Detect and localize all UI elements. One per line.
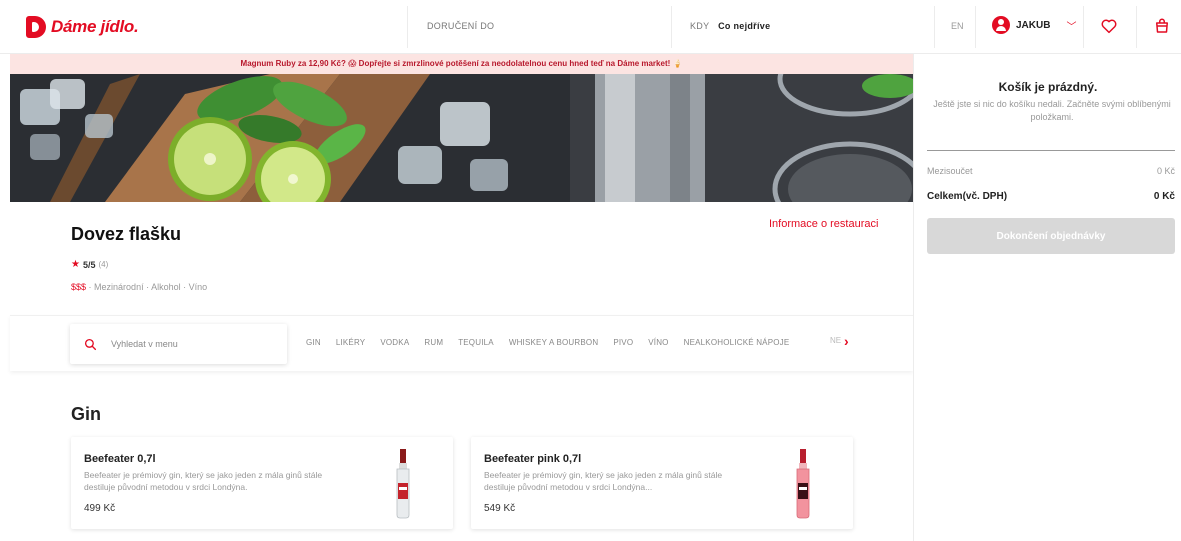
cart-sidebar: Košík je prázdný. Ještě jste si nic do k… (913, 54, 1181, 541)
restaurant-tags: $$$ · Mezinárodní · Alkohol · Víno (71, 282, 207, 292)
delivery-time-value: Co nejdříve (718, 21, 771, 31)
cart-empty-message: Ještě jste si nic do košíku nedali. Začn… (933, 99, 1171, 122)
restaurant-rating: ★ 5/5 (4) (71, 259, 108, 270)
category-tab[interactable]: LIKÉRY (336, 338, 366, 347)
cart-total: Celkem(vč. DPH) 0 Kč (927, 191, 1175, 202)
category-tab[interactable]: RUM (424, 338, 443, 347)
user-menu[interactable]: JAKUB ﹀ (992, 16, 1076, 34)
logo-icon (26, 16, 46, 38)
header-divider (1136, 6, 1137, 48)
chevron-down-icon: ﹀ (1066, 21, 1077, 33)
category-tab[interactable]: WHISKEY A BOURBON (509, 338, 599, 347)
header-divider (671, 6, 672, 48)
search-icon (84, 338, 97, 350)
heart-icon[interactable] (1100, 17, 1118, 35)
subtotal-value: 0 Kč (1156, 166, 1175, 176)
checkout-button[interactable]: Dokončení objednávky (927, 218, 1175, 254)
header-divider (975, 6, 976, 48)
product-name: Beefeater pink 0,7l (484, 453, 582, 465)
delivery-address-field[interactable]: DORUČENÍ DO (427, 21, 494, 31)
menu-search-input[interactable] (111, 339, 261, 349)
product-price: 549 Kč (484, 503, 516, 514)
top-header: Dáme jídlo. DORUČENÍ DO KDY Co nejdříve … (0, 0, 1181, 54)
product-description: Beefeater je prémiový gin, který se jako… (84, 470, 323, 492)
price-level: $$$ (71, 282, 87, 292)
menu-search[interactable] (70, 324, 287, 364)
rating-count: (4) (98, 260, 109, 269)
restaurant-hero-image (10, 74, 913, 202)
menu-navigation: GIN LIKÉRY VODKA RUM TEQUILA WHISKEY A B… (10, 315, 913, 371)
category-tab[interactable]: PIVO (613, 338, 633, 347)
category-tab[interactable]: VÍNO (648, 338, 668, 347)
cart-empty-title: Košík je prázdný. (998, 80, 1098, 94)
header-divider (1083, 6, 1084, 48)
logo-text: Dáme jídlo. (51, 17, 139, 36)
promo-banner[interactable]: Magnum Ruby za 12,90 Kč? 😱 Dopřejte si z… (10, 54, 913, 74)
cart-subtotal: Mezisoučet 0 Kč (927, 166, 1175, 176)
delivery-time-label: KDY (690, 21, 710, 31)
product-name: Beefeater 0,7l (84, 453, 156, 465)
restaurant-name: Dovez flašku (71, 224, 182, 244)
product-description: Beefeater je prémiový gin, který se jako… (484, 470, 723, 492)
category-tab[interactable]: VODKA (380, 338, 409, 347)
star-icon: ★ (71, 259, 80, 270)
product-card[interactable]: Beefeater pink 0,7l Beefeater je prémiov… (471, 437, 853, 529)
rating-score: 5/5 (82, 259, 96, 270)
user-name: JAKUB (1016, 19, 1051, 31)
category-tab[interactable]: NEALKOHOLICKÉ NÁPOJE (684, 338, 790, 347)
menu-section-title: Gin (71, 404, 101, 424)
category-tab[interactable]: GIN (306, 338, 321, 347)
header-divider (407, 6, 408, 48)
category-tab-overflow[interactable]: NE (830, 336, 841, 345)
bag-icon[interactable] (1153, 17, 1171, 35)
language-switch[interactable]: EN (951, 21, 964, 31)
product-image (796, 449, 810, 519)
subtotal-label: Mezisoučet (927, 166, 973, 176)
product-image (396, 449, 410, 519)
cuisine-tags: · Mezinárodní · Alkohol · Víno (88, 282, 208, 292)
category-tab[interactable]: TEQUILA (458, 338, 494, 347)
logo[interactable]: Dáme jídlo. (26, 16, 139, 38)
restaurant-info-link[interactable]: Informace o restauraci (769, 218, 878, 230)
total-value: 0 Kč (1153, 191, 1175, 202)
total-label: Celkem(vč. DPH) (927, 191, 1008, 202)
cart-divider (927, 150, 1175, 151)
delivery-time-field[interactable]: KDY Co nejdříve (690, 21, 770, 31)
product-card[interactable]: Beefeater 0,7l Beefeater je prémiový gin… (71, 437, 453, 529)
product-price: 499 Kč (84, 503, 116, 514)
menu-categories: GIN LIKÉRY VODKA RUM TEQUILA WHISKEY A B… (306, 338, 789, 347)
header-divider (934, 6, 935, 48)
user-icon (992, 16, 1010, 34)
chevron-right-icon[interactable]: › (844, 333, 849, 349)
